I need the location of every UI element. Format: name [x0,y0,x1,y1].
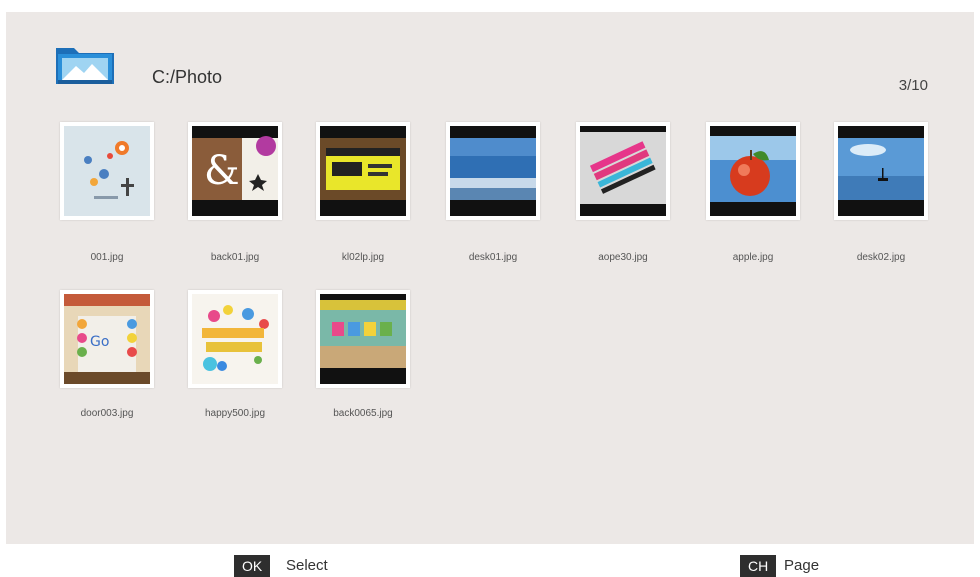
thumbnail-label: back0065.jpg [333,408,393,419]
page-hint: Page [784,557,820,574]
thumbnail-door003[interactable]: Go [60,290,154,388]
thumbnail-label: aope30.jpg [598,252,648,263]
thumbnail-desk01[interactable] [446,122,540,220]
thumbnail-back0065[interactable] [316,290,410,388]
photo-folder-icon [54,42,116,86]
thumbnail-label: kl02lp.jpg [341,252,385,263]
select-hint: Select [286,557,328,574]
thumbnail-label: door003.jpg [80,408,134,419]
thumbnail-label: happy500.jpg [204,408,266,419]
thumbnail-001[interactable] [60,122,154,220]
svg-text:Go: Go [90,334,109,350]
svg-text:&: & [204,148,240,194]
folder-path: C:/Photo [152,67,223,87]
thumbnail-kl02lp[interactable] [316,122,410,220]
thumbnail-back01[interactable]: & [188,122,282,220]
ok-key-badge: OK [234,555,271,577]
file-browser-panel [6,12,974,544]
thumbnail-apple[interactable] [706,122,800,220]
thumbnail-label: desk01.jpg [468,252,518,263]
thumbnail-happy500[interactable] [188,290,282,388]
thumbnail-label: desk02.jpg [856,252,906,263]
thumbnail-aope30[interactable] [576,122,670,220]
ch-key-badge: CH [740,555,777,577]
thumbnail-desk02[interactable] [834,122,928,220]
thumbnail-label: apple.jpg [732,252,774,263]
page-indicator: 3/10 [898,77,928,94]
thumbnail-label: back01.jpg [210,252,260,263]
thumbnail-label: 001.jpg [90,252,124,263]
